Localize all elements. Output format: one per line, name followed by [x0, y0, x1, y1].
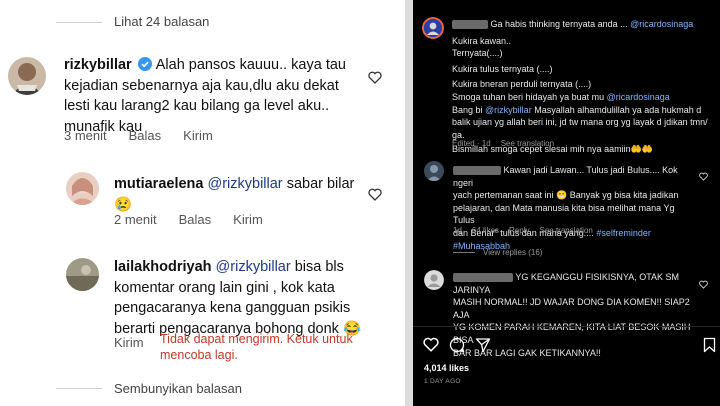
comment-text: mutiaraelena @rizkybillar sabar bilar 😢 [114, 176, 355, 213]
comment-icon[interactable] [449, 337, 465, 353]
like-heart-icon[interactable] [699, 172, 708, 181]
hide-replies-link[interactable]: Sembunyikan balasan [114, 381, 242, 396]
comment-text: rizkybillar Alah pansos kauuu.. kaya tau… [64, 57, 346, 135]
avatar[interactable] [8, 57, 46, 95]
redacted-username [452, 20, 488, 30]
see-translation-link[interactable]: See translation [539, 226, 592, 235]
view-replies-link[interactable]: View replies (16) [483, 248, 542, 257]
post-meta: Edited · 1d See translation [452, 139, 555, 148]
send-button[interactable]: Kirim [183, 128, 213, 143]
send-button[interactable]: Kirim [233, 212, 263, 227]
username[interactable]: rizkybillar [64, 57, 132, 73]
reply-button[interactable]: Balas [129, 128, 162, 143]
mention-link[interactable]: @rizkybillar [485, 105, 532, 115]
avatar[interactable] [422, 17, 444, 39]
reply-button[interactable]: Reply [509, 226, 529, 235]
hashtag-link[interactable]: #selfreminder [596, 228, 651, 238]
likes-count[interactable]: 64 likes [472, 226, 499, 235]
post-date: 1 DAY AGO [424, 378, 461, 385]
instagram-post-panel: Ga habis thinking ternyata anda ... @ric… [413, 0, 720, 406]
divider [56, 22, 102, 23]
comment-text: lailakhodriyah @rizkybillar bisa bls kom… [114, 259, 362, 337]
divider [413, 326, 720, 327]
mention-link[interactable]: @rizkybillar [216, 259, 291, 275]
like-heart-icon[interactable] [699, 280, 708, 289]
error-message[interactable]: Tidak dapat mengirim. Ketuk untuk mencob… [160, 331, 353, 363]
divider [56, 388, 102, 389]
redacted-username [453, 273, 513, 283]
see-translation-link[interactable]: See translation [501, 139, 554, 148]
verified-icon [137, 57, 152, 71]
send-button[interactable]: Kirim [114, 335, 144, 350]
like-heart-icon[interactable] [368, 188, 382, 201]
like-heart-icon[interactable] [368, 71, 382, 84]
mention-link[interactable]: @ricardosinaga [630, 19, 693, 29]
avatar[interactable] [66, 172, 99, 205]
comments-panel: Lihat 24 balasan rizkybillar Alah pansos… [0, 0, 405, 406]
comment-meta: 3 menit Balas Kirim [64, 128, 213, 143]
post-caption: Ga habis thinking ternyata anda ... @ric… [452, 19, 708, 155]
share-icon[interactable] [475, 337, 491, 353]
username[interactable]: lailakhodriyah [114, 259, 212, 275]
comment-text: Kawan jadi Lawan... Tulus jadi Bulus....… [453, 164, 693, 252]
comment-meta: 1d 64 likes Reply See translation [453, 226, 593, 235]
reply-button[interactable]: Balas [179, 212, 212, 227]
like-heart-icon[interactable] [423, 337, 439, 352]
avatar[interactable] [424, 270, 444, 290]
view-replies-link[interactable]: Lihat 24 balasan [114, 14, 209, 29]
avatar[interactable] [66, 258, 99, 291]
bookmark-icon[interactable] [703, 337, 716, 353]
avatar[interactable] [424, 161, 444, 181]
divider [453, 252, 475, 253]
mention-link[interactable]: @ricardosinaga [607, 92, 670, 102]
comment-meta: 2 menit Balas Kirim [114, 212, 263, 227]
redacted-username [453, 166, 501, 176]
username[interactable]: mutiaraelena [114, 176, 203, 192]
mention-link[interactable]: @rizkybillar [208, 176, 283, 192]
likes-count[interactable]: 4,014 likes [424, 363, 469, 373]
